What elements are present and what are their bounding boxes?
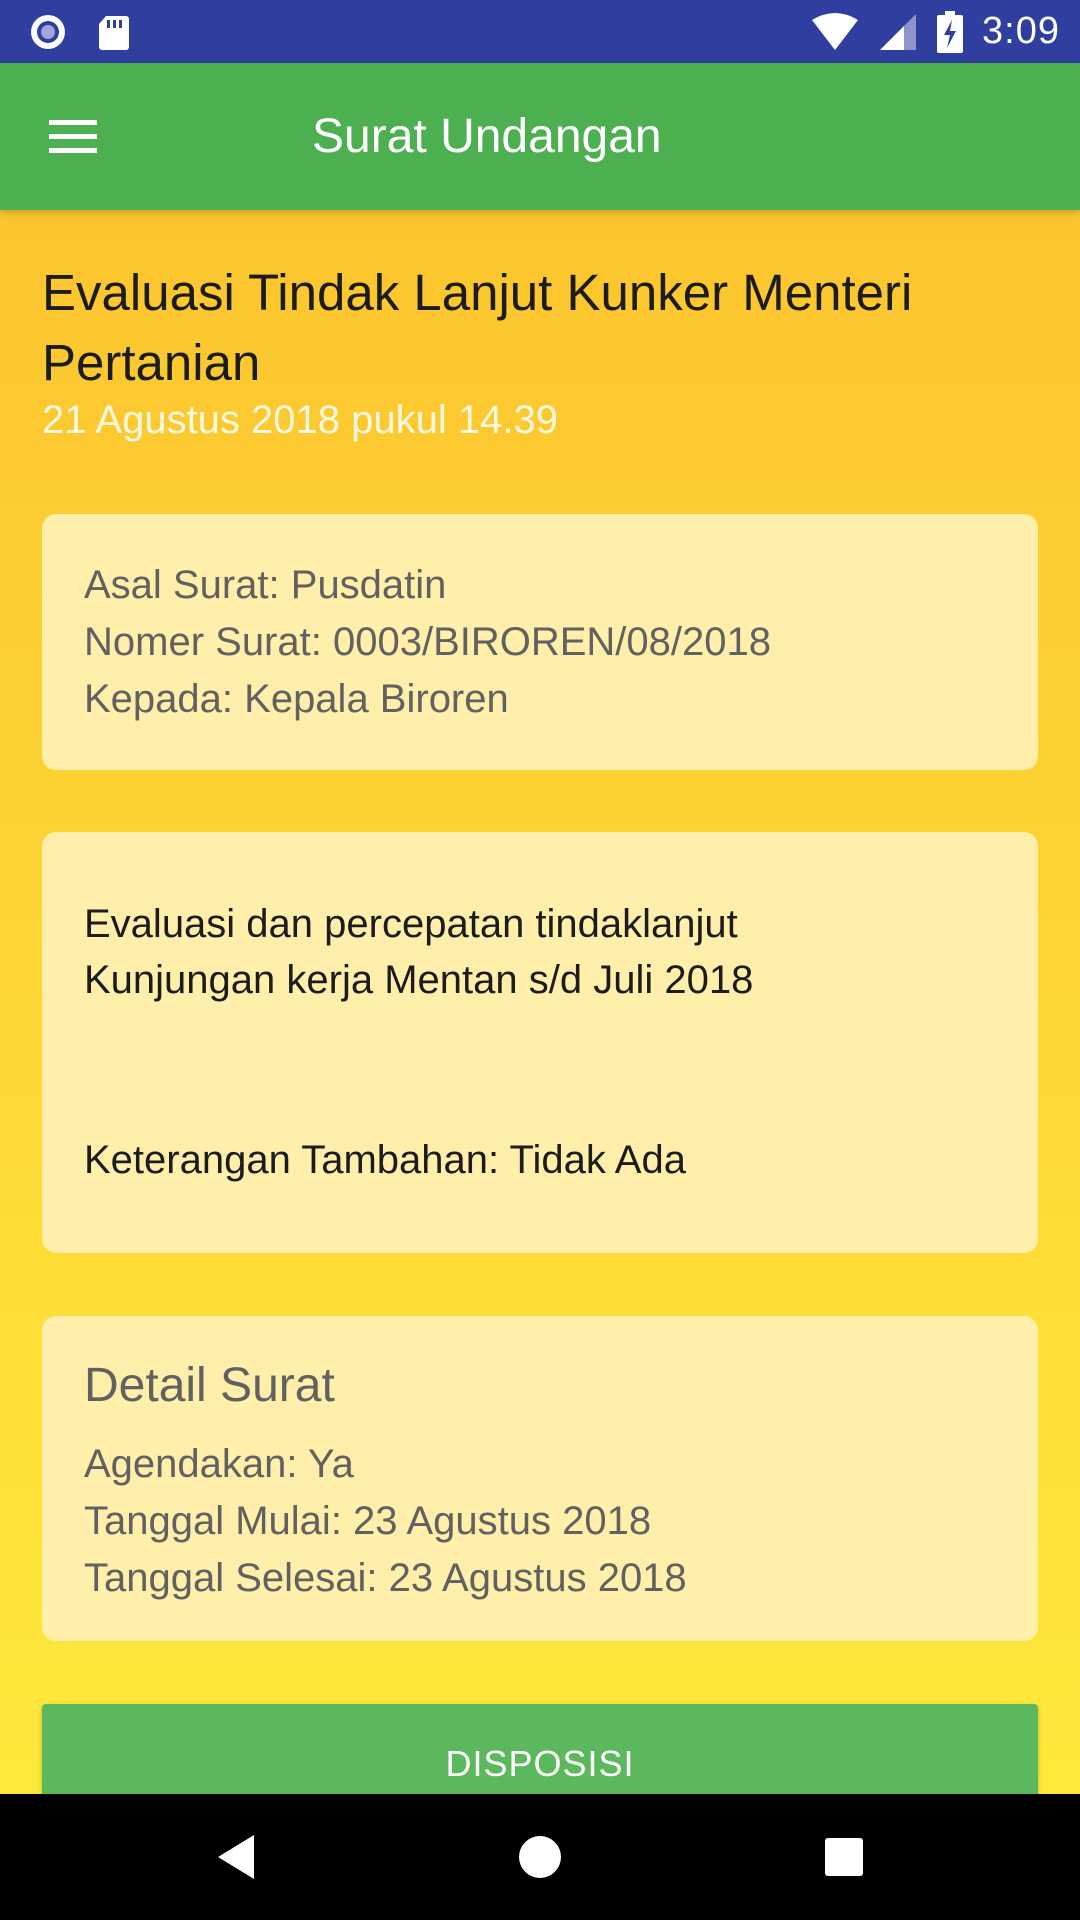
app-title: Surat Undangan	[312, 110, 662, 163]
tanggal-mulai: Tanggal Mulai: 23 Agustus 2018	[84, 1499, 652, 1543]
recents-icon[interactable]	[814, 1827, 874, 1887]
letter-description: Evaluasi dan percepatan tindaklanjut Kun…	[84, 896, 753, 1008]
back-icon[interactable]	[206, 1827, 266, 1887]
tanggal-selesai: Tanggal Selesai: 23 Agustus 2018	[84, 1556, 687, 1600]
description-card: Evaluasi dan percepatan tindaklanjut Kun…	[42, 832, 1038, 1253]
record-icon	[31, 15, 65, 49]
detail-card: Detail Surat Agendakan: Ya Tanggal Mulai…	[42, 1316, 1038, 1641]
menu-icon[interactable]	[46, 116, 100, 156]
status-time: 3:09	[982, 10, 1060, 52]
info-card: Asal Surat: Pusdatin Nomer Surat: 0003/B…	[42, 514, 1038, 770]
kepada: Kepada: Kepala Biroren	[84, 677, 509, 721]
nomer-surat: Nomer Surat: 0003/BIROREN/08/2018	[84, 620, 772, 664]
wifi-icon	[812, 12, 859, 50]
navigation-bar	[0, 1794, 1080, 1920]
home-icon[interactable]	[510, 1827, 570, 1887]
description-line-2: Kunjungan kerja Mentan s/d Juli 2018	[84, 958, 754, 1002]
app-bar: Surat Undangan	[0, 63, 1080, 210]
description-line-1: Evaluasi dan percepatan tindaklanjut	[84, 902, 738, 946]
asal-surat: Asal Surat: Pusdatin	[84, 563, 447, 607]
screen: 3:09 Surat Undangan Evaluasi Tindak Lanj…	[0, 0, 1080, 1920]
battery-charging-icon	[937, 10, 964, 53]
keterangan-tambahan: Keterangan Tambahan: Tidak Ada	[84, 1138, 686, 1182]
letter-title: Evaluasi Tindak Lanjut Kunker Menteri Pe…	[42, 264, 913, 391]
letter-date: 21 Agustus 2018 pukul 14.39	[42, 398, 558, 442]
status-bar: 3:09	[0, 0, 1080, 63]
signal-icon	[880, 13, 917, 50]
detail-title: Detail Surat	[84, 1359, 335, 1412]
agendakan: Agendakan: Ya	[84, 1442, 354, 1486]
sd-card-icon	[99, 16, 129, 50]
